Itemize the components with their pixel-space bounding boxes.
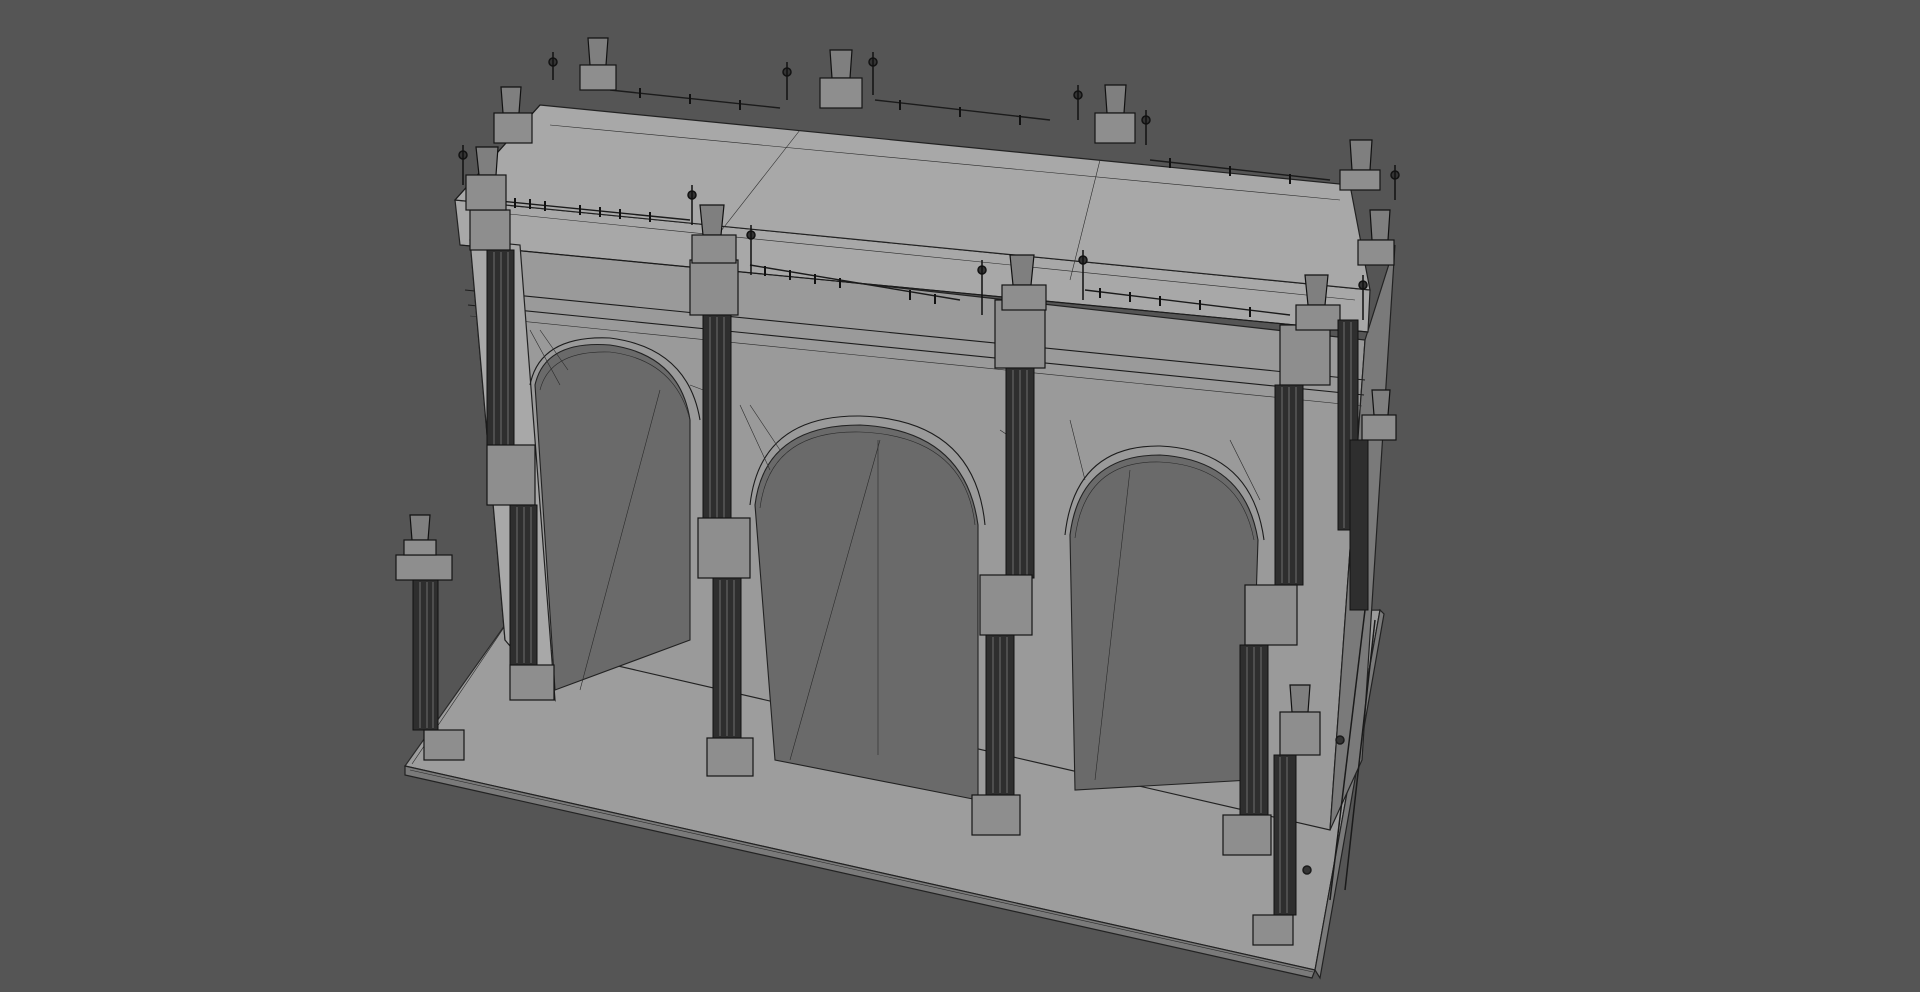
arch-model bbox=[395, 37, 1400, 980]
3d-viewport[interactable] bbox=[0, 0, 1920, 992]
